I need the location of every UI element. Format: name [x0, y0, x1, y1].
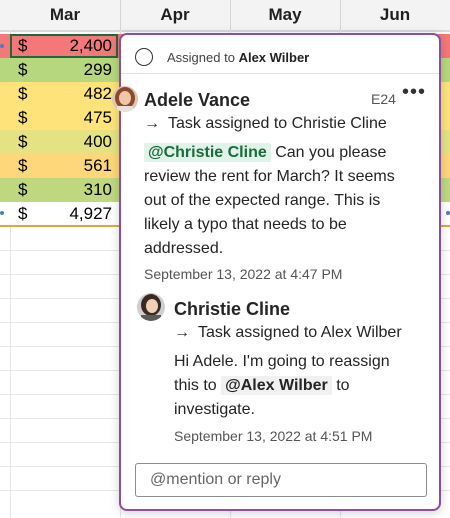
mention-alex-wilber[interactable]: @Alex Wilber	[221, 376, 332, 395]
cell-value[interactable]: 310	[30, 178, 112, 202]
assignment-label: Assigned to Alex Wilber	[167, 50, 309, 65]
selected-cell-border	[10, 34, 118, 58]
row-marker	[0, 44, 4, 48]
reply-task-text: Task assigned to Alex Wilber	[198, 324, 402, 341]
cell-reference: E24	[371, 91, 396, 107]
currency-symbol: $	[18, 84, 28, 103]
task-assigned-line: → Task assigned to Christie Cline	[144, 115, 387, 133]
assigned-prefix: Assigned to	[167, 49, 235, 65]
column-header-mar[interactable]: Mar	[10, 0, 121, 30]
avatar-adele-vance	[112, 86, 138, 112]
cell-value[interactable]: 561	[30, 154, 112, 178]
row-marker	[0, 211, 4, 215]
row-marker	[446, 211, 450, 215]
avatar-christie-cline	[137, 293, 165, 321]
column-headers: Mar Apr May Jun	[0, 0, 450, 32]
column-header-may[interactable]: May	[230, 0, 341, 30]
arrow-right-icon: →	[174, 324, 190, 341]
cell-value[interactable]: 4,927	[30, 202, 112, 226]
comment-timestamp: September 13, 2022 at 4:47 PM	[144, 266, 343, 282]
column-header-jun[interactable]: Jun	[340, 0, 450, 30]
reply-timestamp: September 13, 2022 at 4:51 PM	[174, 428, 373, 444]
assigned-name: Alex Wilber	[238, 49, 310, 65]
reply-input[interactable]	[135, 463, 427, 497]
reply-task-assigned-line: → Task assigned to Alex Wilber	[174, 324, 402, 342]
comment-thread-card: Assigned to Alex Wilber Adele Vance E24 …	[112, 33, 441, 511]
divider	[121, 73, 439, 74]
comment-author: Adele Vance	[144, 90, 251, 110]
arrow-right-icon: →	[144, 115, 160, 132]
reply-author: Christie Cline	[174, 299, 291, 319]
currency-symbol: $	[18, 180, 28, 199]
cell-value[interactable]: 475	[30, 106, 112, 130]
currency-symbol: $	[18, 156, 28, 175]
column-header-apr[interactable]: Apr	[120, 0, 231, 30]
more-options-icon[interactable]: •••	[402, 81, 426, 104]
resolve-task-checkbox[interactable]	[135, 48, 153, 66]
comment-body: @Christie Cline Can you please review th…	[144, 141, 406, 261]
currency-symbol: $	[18, 204, 28, 223]
cell-value[interactable]: 299	[30, 58, 112, 82]
currency-symbol: $	[18, 132, 28, 151]
assignment-row: Assigned to Alex Wilber	[135, 46, 309, 68]
mention-christie-cline[interactable]: @Christie Cline	[144, 143, 271, 162]
cell-value[interactable]: 400	[30, 130, 112, 154]
cell-value[interactable]: 482	[30, 82, 112, 106]
reply-body: Hi Adele. I'm going to reassign this to …	[174, 350, 404, 422]
currency-symbol: $	[18, 108, 28, 127]
currency-symbol: $	[18, 60, 28, 79]
task-text: Task assigned to Christie Cline	[168, 115, 387, 132]
